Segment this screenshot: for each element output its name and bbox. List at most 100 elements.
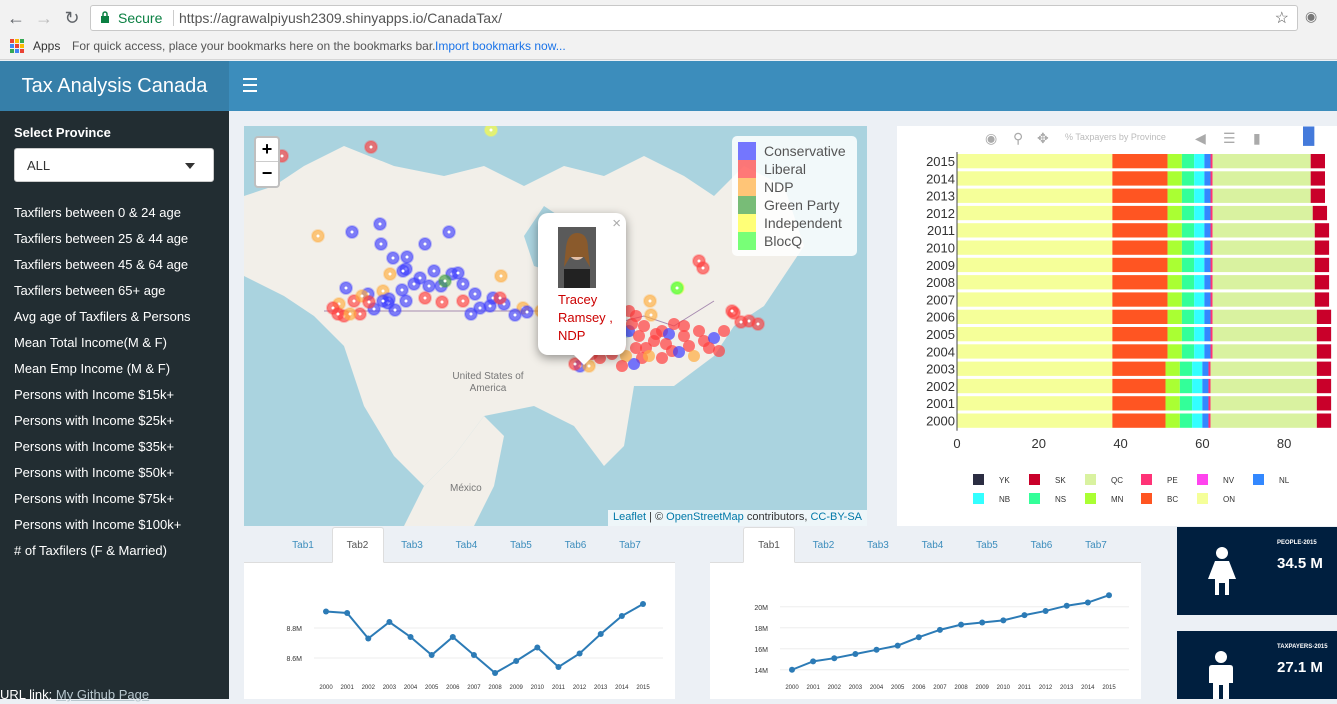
zoom-out-button[interactable]: − (256, 162, 278, 186)
bar-segment[interactable] (1181, 344, 1195, 359)
bar-segment[interactable] (1310, 188, 1325, 203)
bar-segment[interactable] (1212, 344, 1317, 359)
bar-segment[interactable] (1210, 327, 1213, 342)
sidebar-item[interactable]: Persons with Income $15k+ (14, 387, 174, 402)
map-marker[interactable] (673, 346, 685, 358)
bar-segment[interactable] (1167, 240, 1182, 255)
sidebar-item[interactable]: Mean Total Income(M & F) (14, 335, 167, 350)
bar-segment[interactable] (1212, 223, 1315, 238)
bar-segment[interactable] (957, 188, 1113, 203)
bar-segment[interactable] (1112, 309, 1168, 324)
bar-segment[interactable] (1181, 171, 1195, 186)
bar-segment[interactable] (1112, 344, 1168, 359)
popup-text[interactable]: Tracey Ramsey , NDP (558, 291, 626, 345)
bar-segment[interactable] (1165, 396, 1180, 411)
bar-segment[interactable] (1167, 327, 1182, 342)
bar-segment[interactable] (1210, 257, 1213, 273)
bar-segment[interactable] (1192, 378, 1203, 394)
bar-segment[interactable] (1194, 205, 1205, 221)
series-line[interactable] (325, 603, 644, 675)
legend-swatch[interactable] (973, 493, 984, 504)
bar-segment[interactable] (1167, 344, 1182, 359)
map-marker[interactable] (630, 342, 642, 354)
bar-segment[interactable] (1208, 378, 1211, 394)
bar-segment[interactable] (1181, 223, 1195, 238)
legend-swatch[interactable] (1141, 474, 1152, 485)
sidebar-item[interactable]: Persons with Income $35k+ (14, 439, 174, 454)
bar-segment[interactable] (1210, 413, 1317, 428)
bar-segment[interactable] (1204, 205, 1211, 221)
data-point[interactable] (534, 644, 541, 651)
line-chart-left[interactable]: 8.8M 8.6M 2000 2001 2002 2003 2004 2005 2006 2007… (244, 563, 675, 699)
bar-segment[interactable] (1212, 257, 1315, 273)
bar-segment[interactable] (1212, 240, 1315, 255)
bar-segment[interactable] (1210, 309, 1213, 324)
bar-segment[interactable] (1194, 154, 1205, 169)
bar-segment[interactable] (1181, 257, 1195, 273)
bar-segment[interactable] (1316, 396, 1332, 411)
bar-segment[interactable] (1202, 361, 1209, 376)
sidebar-item[interactable]: Persons with Income $50k+ (14, 465, 174, 480)
bar-segment[interactable] (1314, 257, 1330, 273)
legend-swatch[interactable] (1085, 474, 1096, 485)
map-marker[interactable] (643, 350, 655, 362)
bar-segment[interactable] (1192, 413, 1203, 428)
data-point[interactable] (470, 652, 477, 658)
data-point[interactable] (1042, 607, 1049, 614)
data-point[interactable] (513, 658, 520, 664)
bar-segment[interactable] (1212, 171, 1311, 186)
bar-segment[interactable] (1167, 205, 1182, 221)
sidebar-item[interactable]: Taxfilers between 0 & 24 age (14, 205, 181, 220)
bar-segment[interactable] (957, 223, 1113, 238)
bar-segment[interactable] (1167, 275, 1182, 290)
bar-segment[interactable] (1210, 344, 1213, 359)
data-point[interactable] (1021, 612, 1028, 619)
tab-tab7[interactable]: Tab7 (607, 527, 653, 563)
bar-segment[interactable] (1192, 396, 1203, 411)
bar-segment[interactable] (1194, 240, 1205, 255)
bar-segment[interactable] (1212, 275, 1315, 290)
bar-segment[interactable] (1194, 344, 1205, 359)
bar-segment[interactable] (1194, 309, 1205, 324)
url-text[interactable]: https://agrawalpiyush2309.shinyapps.io/C… (179, 10, 502, 26)
data-point[interactable] (407, 634, 414, 640)
bar-segment[interactable] (1167, 223, 1182, 238)
tab-tab3[interactable]: Tab3 (855, 527, 901, 563)
bar-segment[interactable] (1112, 396, 1166, 411)
bar-segment[interactable] (957, 378, 1113, 394)
bar-segment[interactable] (957, 275, 1113, 290)
bar-segment[interactable] (957, 292, 1113, 307)
bar-segment[interactable] (1212, 154, 1311, 169)
bar-segment[interactable] (1202, 413, 1209, 428)
bar-segment[interactable] (1202, 396, 1209, 411)
bar-segment[interactable] (1112, 188, 1168, 203)
bar-segment[interactable] (1194, 223, 1205, 238)
bar-segment[interactable] (1202, 378, 1209, 394)
province-select[interactable]: ALL (14, 148, 214, 182)
bar-segment[interactable] (1210, 171, 1213, 186)
bar-segment[interactable] (1112, 205, 1168, 221)
sidebar-item[interactable]: Persons with Income $100k+ (14, 517, 181, 532)
extension-icon[interactable]: ◉ (1305, 8, 1323, 26)
bar-segment[interactable] (1112, 240, 1168, 255)
tab-tab2[interactable]: Tab2 (331, 527, 384, 563)
sidebar-item[interactable]: Taxfilers between 65+ age (14, 283, 165, 298)
data-point[interactable] (1000, 617, 1007, 624)
data-point[interactable] (958, 621, 965, 628)
sidebar-item[interactable]: Taxfilers between 25 & 44 age (14, 231, 188, 246)
sidebar-item[interactable]: Avg age of Taxfilers & Persons (14, 309, 191, 324)
sidebar-item[interactable]: Persons with Income $25k+ (14, 413, 174, 428)
leaflet-map[interactable]: United States of America México + − Cons… (244, 126, 867, 526)
forward-icon[interactable]: → (32, 6, 56, 30)
bar-segment[interactable] (1179, 413, 1193, 428)
bar-segment[interactable] (1194, 327, 1205, 342)
bar-segment[interactable] (1204, 240, 1211, 255)
bookmark-star-icon[interactable]: ☆ (1275, 8, 1289, 28)
data-point[interactable] (915, 634, 922, 641)
data-point[interactable] (365, 635, 372, 642)
bar-segment[interactable] (1314, 275, 1330, 290)
bar-segment[interactable] (957, 240, 1113, 255)
bar-segment[interactable] (1192, 361, 1203, 376)
bar-segment[interactable] (1314, 292, 1330, 307)
legend-swatch[interactable] (1197, 474, 1208, 485)
